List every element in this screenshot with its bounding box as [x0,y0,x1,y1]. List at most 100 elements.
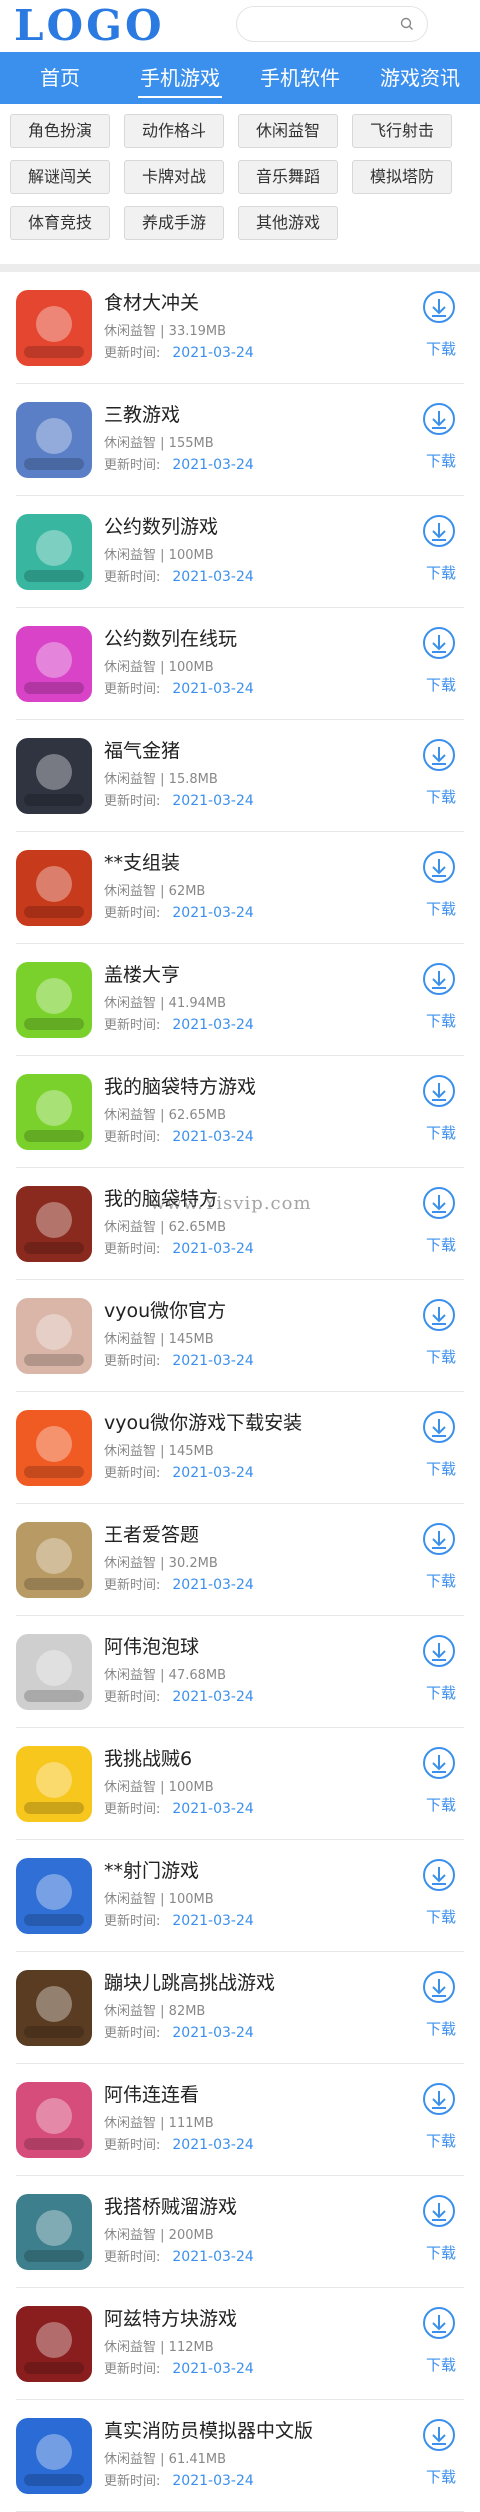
list-item[interactable]: 公约数列在线玩 休闲益智 | 100MB 更新时间: 2021-03-24 下载 [16,608,464,720]
game-icon[interactable] [16,2194,92,2270]
game-icon[interactable] [16,1074,92,1150]
list-item[interactable]: 我搭桥贼溜游戏 休闲益智 | 200MB 更新时间: 2021-03-24 下载 [16,2176,464,2288]
list-item[interactable]: 真实消防员模拟器中文版 休闲益智 | 61.41MB 更新时间: 2021-03-24… [16,2400,464,2512]
download-link[interactable]: 下载 [426,1682,456,1703]
download-link[interactable]: 下载 [426,1346,456,1367]
game-icon[interactable] [16,402,92,478]
download-link[interactable]: 下载 [426,1122,456,1143]
game-icon[interactable] [16,962,92,1038]
list-item[interactable]: 福气金猪 休闲益智 | 15.8MB 更新时间: 2021-03-24 下载 [16,720,464,832]
game-icon[interactable] [16,2418,92,2494]
game-title[interactable]: vyou微你官方 [104,1296,226,1323]
list-item[interactable]: **支组装 休闲益智 | 62MB 更新时间: 2021-03-24 下载 [16,832,464,944]
category-button[interactable]: 角色扮演 [10,114,110,148]
game-title[interactable]: 阿兹特方块游戏 [104,2304,237,2331]
game-title[interactable]: 公约数列游戏 [104,512,218,539]
category-button[interactable]: 养成手游 [124,206,224,240]
category-button[interactable]: 动作格斗 [124,114,224,148]
category-button[interactable]: 解谜闯关 [10,160,110,194]
game-icon[interactable] [16,850,92,926]
download-link[interactable]: 下载 [426,1458,456,1479]
download-icon[interactable] [422,2306,456,2340]
list-item[interactable]: **射门游戏 休闲益智 | 100MB 更新时间: 2021-03-24 下载 [16,1840,464,1952]
download-icon[interactable] [422,1858,456,1892]
download-icon[interactable] [422,2418,456,2452]
category-button[interactable]: 模拟塔防 [352,160,452,194]
game-icon[interactable] [16,1298,92,1374]
game-title[interactable]: **支组装 [104,848,180,875]
list-item[interactable]: vyou微你游戏下载安装 休闲益智 | 145MB 更新时间: 2021-03-24 下… [16,1392,464,1504]
game-title[interactable]: 真实消防员模拟器中文版 [104,2416,313,2443]
game-icon[interactable] [16,290,92,366]
download-icon[interactable] [422,290,456,324]
list-item[interactable]: 阿兹特方块游戏 休闲益智 | 112MB 更新时间: 2021-03-24 下载 [16,2288,464,2400]
download-icon[interactable] [422,1410,456,1444]
game-title[interactable]: 公约数列在线玩 [104,624,237,651]
game-title[interactable]: 蹦块儿跳高挑战游戏 [104,1968,275,1995]
download-link[interactable]: 下载 [426,1794,456,1815]
download-link[interactable]: 下载 [426,2354,456,2375]
list-item[interactable]: 食材大冲关 休闲益智 | 33.19MB 更新时间: 2021-03-24 下载 [16,272,464,384]
download-link[interactable]: 下载 [426,338,456,359]
download-icon[interactable] [422,2194,456,2228]
game-icon[interactable] [16,1186,92,1262]
download-icon[interactable] [422,1970,456,2004]
game-title[interactable]: 我搭桥贼溜游戏 [104,2192,237,2219]
list-item[interactable]: 王者爱答题 休闲益智 | 30.2MB 更新时间: 2021-03-24 下载 [16,1504,464,1616]
game-icon[interactable] [16,1634,92,1710]
search-input[interactable] [236,6,428,42]
download-icon[interactable] [422,2082,456,2116]
list-item[interactable]: 三教游戏 休闲益智 | 155MB 更新时间: 2021-03-24 下载 [16,384,464,496]
download-icon[interactable] [422,1522,456,1556]
game-title[interactable]: vyou微你游戏下载安装 [104,1408,302,1435]
list-item[interactable]: 我的脑袋特方游戏 休闲益智 | 62.65MB 更新时间: 2021-03-24 下载 [16,1056,464,1168]
download-link[interactable]: 下载 [426,2466,456,2487]
nav-item-game-news[interactable]: 游戏资讯 [360,52,480,104]
download-link[interactable]: 下载 [426,674,456,695]
game-title[interactable]: 盖楼大亨 [104,960,180,987]
download-icon[interactable] [422,1746,456,1780]
category-button[interactable]: 飞行射击 [352,114,452,148]
download-link[interactable]: 下载 [426,2130,456,2151]
list-item[interactable]: 公约数列游戏 休闲益智 | 100MB 更新时间: 2021-03-24 下载 [16,496,464,608]
game-title[interactable]: 阿伟泡泡球 [104,1632,199,1659]
download-icon[interactable] [422,402,456,436]
download-link[interactable]: 下载 [426,898,456,919]
download-icon[interactable] [422,1634,456,1668]
download-link[interactable]: 下载 [426,1234,456,1255]
list-item[interactable]: 蹦块儿跳高挑战游戏 休闲益智 | 82MB 更新时间: 2021-03-24 下载 [16,1952,464,2064]
download-icon[interactable] [422,626,456,660]
game-icon[interactable] [16,2306,92,2382]
game-icon[interactable] [16,626,92,702]
download-link[interactable]: 下载 [426,2018,456,2039]
download-link[interactable]: 下载 [426,450,456,471]
download-link[interactable]: 下载 [426,2242,456,2263]
game-title[interactable]: 食材大冲关 [104,288,199,315]
download-icon[interactable] [422,1298,456,1332]
category-button[interactable]: 其他游戏 [238,206,338,240]
download-icon[interactable] [422,962,456,996]
game-icon[interactable] [16,2082,92,2158]
logo[interactable]: LOGO [14,2,165,50]
list-item[interactable]: 我的脑袋特方 休闲益智 | 62.65MB 更新时间: 2021-03-24 下载 [16,1168,464,1280]
game-title[interactable]: **射门游戏 [104,1856,199,1883]
category-button[interactable]: 卡牌对战 [124,160,224,194]
game-title[interactable]: 我挑战贼6 [104,1744,192,1771]
game-icon[interactable] [16,1522,92,1598]
nav-item-home[interactable]: 首页 [0,52,120,104]
download-icon[interactable] [422,738,456,772]
game-icon[interactable] [16,514,92,590]
game-icon[interactable] [16,1746,92,1822]
game-title[interactable]: 福气金猪 [104,736,180,763]
game-icon[interactable] [16,1858,92,1934]
nav-item-mobile-games[interactable]: 手机游戏 [120,52,240,104]
game-icon[interactable] [16,738,92,814]
category-button[interactable]: 体育竞技 [10,206,110,240]
nav-item-mobile-software[interactable]: 手机软件 [240,52,360,104]
list-item[interactable]: 我挑战贼6 休闲益智 | 100MB 更新时间: 2021-03-24 下载 [16,1728,464,1840]
category-button[interactable]: 休闲益智 [238,114,338,148]
game-title[interactable]: 三教游戏 [104,400,180,427]
download-link[interactable]: 下载 [426,786,456,807]
game-title[interactable]: 阿伟连连看 [104,2080,199,2107]
list-item[interactable]: 阿伟连连看 休闲益智 | 111MB 更新时间: 2021-03-24 下载 [16,2064,464,2176]
